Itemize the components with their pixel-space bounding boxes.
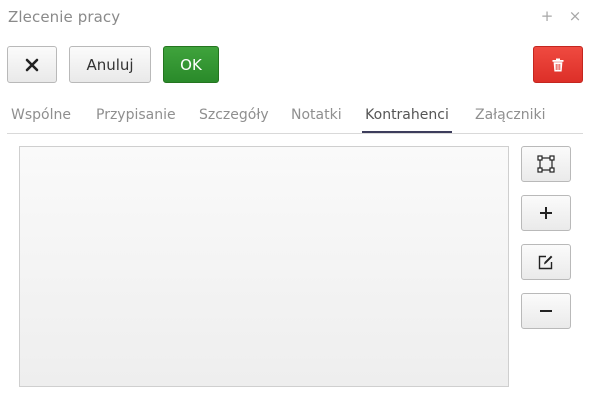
tab-kontrahenci[interactable]: Kontrahenci: [362, 98, 452, 133]
tab-notatki[interactable]: Notatki: [291, 98, 342, 133]
add-icon: [540, 207, 552, 219]
remove-button[interactable]: [521, 293, 571, 329]
tab-szczegoly[interactable]: Szczegóły: [199, 98, 269, 133]
trash-icon: [552, 58, 564, 71]
tab-zalaczniki[interactable]: Załączniki: [475, 98, 546, 133]
ok-button[interactable]: OK: [163, 46, 219, 83]
close-button[interactable]: [7, 46, 57, 83]
window-title: Zlecenie pracy: [8, 8, 121, 26]
edit-button[interactable]: [521, 244, 571, 280]
tab-wspolne[interactable]: Wspólne: [11, 98, 71, 133]
cancel-button[interactable]: Anuluj: [69, 46, 151, 83]
close-icon[interactable]: ×: [566, 6, 584, 26]
expand-button[interactable]: [521, 146, 571, 182]
x-icon: [25, 58, 39, 71]
plus-icon[interactable]: +: [538, 6, 556, 26]
edit-icon: [538, 255, 553, 270]
tab-bar: Wspólne Przypisanie Szczegóły Notatki Ko…: [7, 98, 583, 134]
remove-icon: [540, 310, 552, 312]
add-button[interactable]: [521, 195, 571, 231]
expand-icon: [537, 155, 555, 173]
tab-przypisanie[interactable]: Przypisanie: [96, 98, 176, 133]
contractors-list[interactable]: [19, 146, 509, 387]
delete-button[interactable]: [533, 46, 583, 83]
